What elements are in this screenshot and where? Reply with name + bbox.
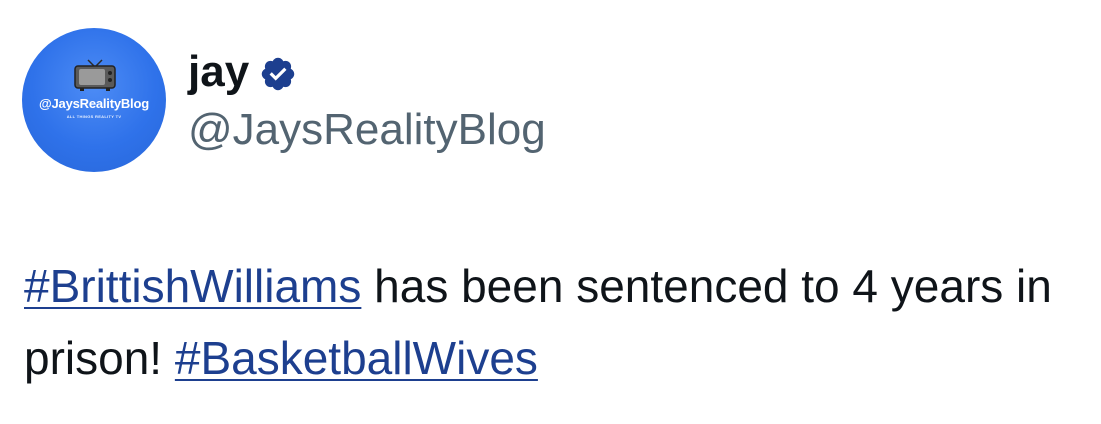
tweet-text: #BrittishWilliams has been sentenced to … (24, 250, 1084, 394)
author-name-row: jay (188, 44, 297, 100)
author-handle[interactable]: @JaysRealityBlog (188, 104, 546, 156)
hashtag-link[interactable]: #BrittishWilliams (24, 260, 361, 312)
avatar[interactable]: @JaysRealityBlog ALL THINGS REALITY TV (22, 28, 166, 172)
verified-badge-icon[interactable] (259, 55, 297, 93)
avatar-handle-text: @JaysRealityBlog (39, 96, 149, 111)
hashtag-link[interactable]: #BasketballWives (175, 332, 538, 384)
avatar-subtext: ALL THINGS REALITY TV (66, 114, 122, 119)
display-name[interactable]: jay (188, 46, 249, 98)
retro-tv-icon (74, 59, 116, 91)
